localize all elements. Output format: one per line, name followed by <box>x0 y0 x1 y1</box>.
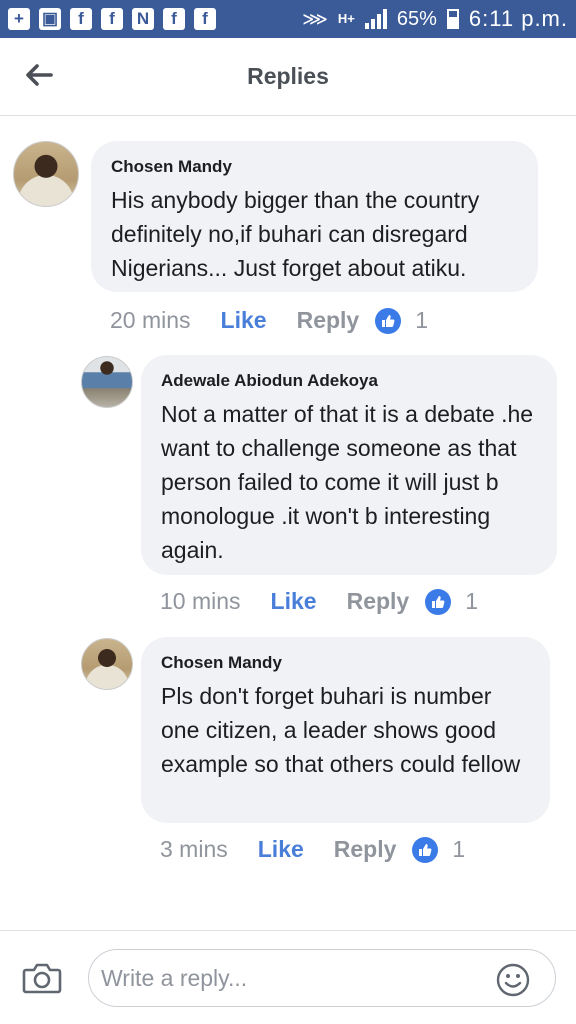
like-button[interactable]: Like <box>258 836 304 863</box>
plus-box-icon: + <box>8 8 30 30</box>
like-reaction-icon[interactable] <box>412 836 439 863</box>
n-icon: N <box>132 8 154 30</box>
like-button[interactable]: Like <box>271 588 317 615</box>
facebook-icon: f <box>70 8 92 30</box>
avatar[interactable] <box>13 141 79 207</box>
emoji-button[interactable] <box>496 963 530 997</box>
comment-text: Not a matter of that it is a debate .he … <box>161 401 534 563</box>
like-reaction-icon[interactable] <box>375 307 402 334</box>
comment-bubble: Chosen Mandy His anybody bigger than the… <box>91 141 538 292</box>
camera-icon <box>22 963 62 994</box>
page-title: Replies <box>247 63 329 89</box>
signal-icon <box>364 9 387 29</box>
image-icon: ▣ <box>39 8 61 30</box>
comment-actions: 20 mins Like Reply 1 <box>110 307 428 334</box>
like-count: 1 <box>415 307 429 333</box>
reply-button[interactable]: Reply <box>334 836 397 863</box>
like-reaction-icon[interactable] <box>425 588 452 615</box>
clock: 6:11 p.m. <box>468 6 568 31</box>
avatar[interactable] <box>81 638 133 690</box>
vibrate-icon: ⋙ <box>302 8 328 29</box>
arrow-left-icon <box>26 64 53 86</box>
comment-actions: 10 mins Like Reply 1 <box>160 588 478 615</box>
reply-input[interactable] <box>88 949 556 1007</box>
facebook-icon: f <box>101 8 123 30</box>
back-button[interactable] <box>22 58 56 92</box>
like-count: 1 <box>465 588 479 614</box>
reply-button[interactable]: Reply <box>347 588 410 615</box>
facebook-icon: f <box>163 8 185 30</box>
comment-text: His anybody bigger than the country defi… <box>111 187 480 281</box>
comment-actions: 3 mins Like Reply 1 <box>160 836 465 863</box>
like-button[interactable]: Like <box>221 307 267 334</box>
like-count: 1 <box>452 836 466 862</box>
thumbs-up-icon <box>432 595 445 608</box>
network-type: H+ <box>337 11 355 26</box>
system-indicators: ⋙ H+ 65% 6:11 p.m. <box>302 6 568 32</box>
comment-bubble: Chosen Mandy Pls don't forget buhari is … <box>141 637 550 823</box>
camera-button[interactable] <box>22 961 62 995</box>
comment-time: 20 mins <box>110 307 191 333</box>
reply-button[interactable]: Reply <box>297 307 360 334</box>
battery-icon <box>446 9 459 29</box>
status-bar: + ▣ f f N f f ⋙ H+ 65% 6:11 p.m. <box>0 0 576 38</box>
comment-author[interactable]: Chosen Mandy <box>111 157 518 177</box>
avatar[interactable] <box>81 356 133 408</box>
replies-header: Replies <box>0 38 576 116</box>
comment-time: 10 mins <box>160 588 241 614</box>
reply-composer <box>0 930 576 1024</box>
comment-author[interactable]: Adewale Abiodun Adekoya <box>161 371 537 391</box>
comment-author[interactable]: Chosen Mandy <box>161 653 530 673</box>
battery-percent: 65% <box>396 7 437 30</box>
notification-icons: + ▣ f f N f f <box>8 8 216 30</box>
facebook-icon: f <box>194 8 216 30</box>
smiley-icon <box>496 963 530 997</box>
thumbs-up-icon <box>419 843 432 856</box>
comment-text: Pls don't forget buhari is number one ci… <box>161 683 521 777</box>
comment-bubble: Adewale Abiodun Adekoya Not a matter of … <box>141 355 557 575</box>
comment-time: 3 mins <box>160 836 228 862</box>
thumbs-up-icon <box>382 314 395 327</box>
